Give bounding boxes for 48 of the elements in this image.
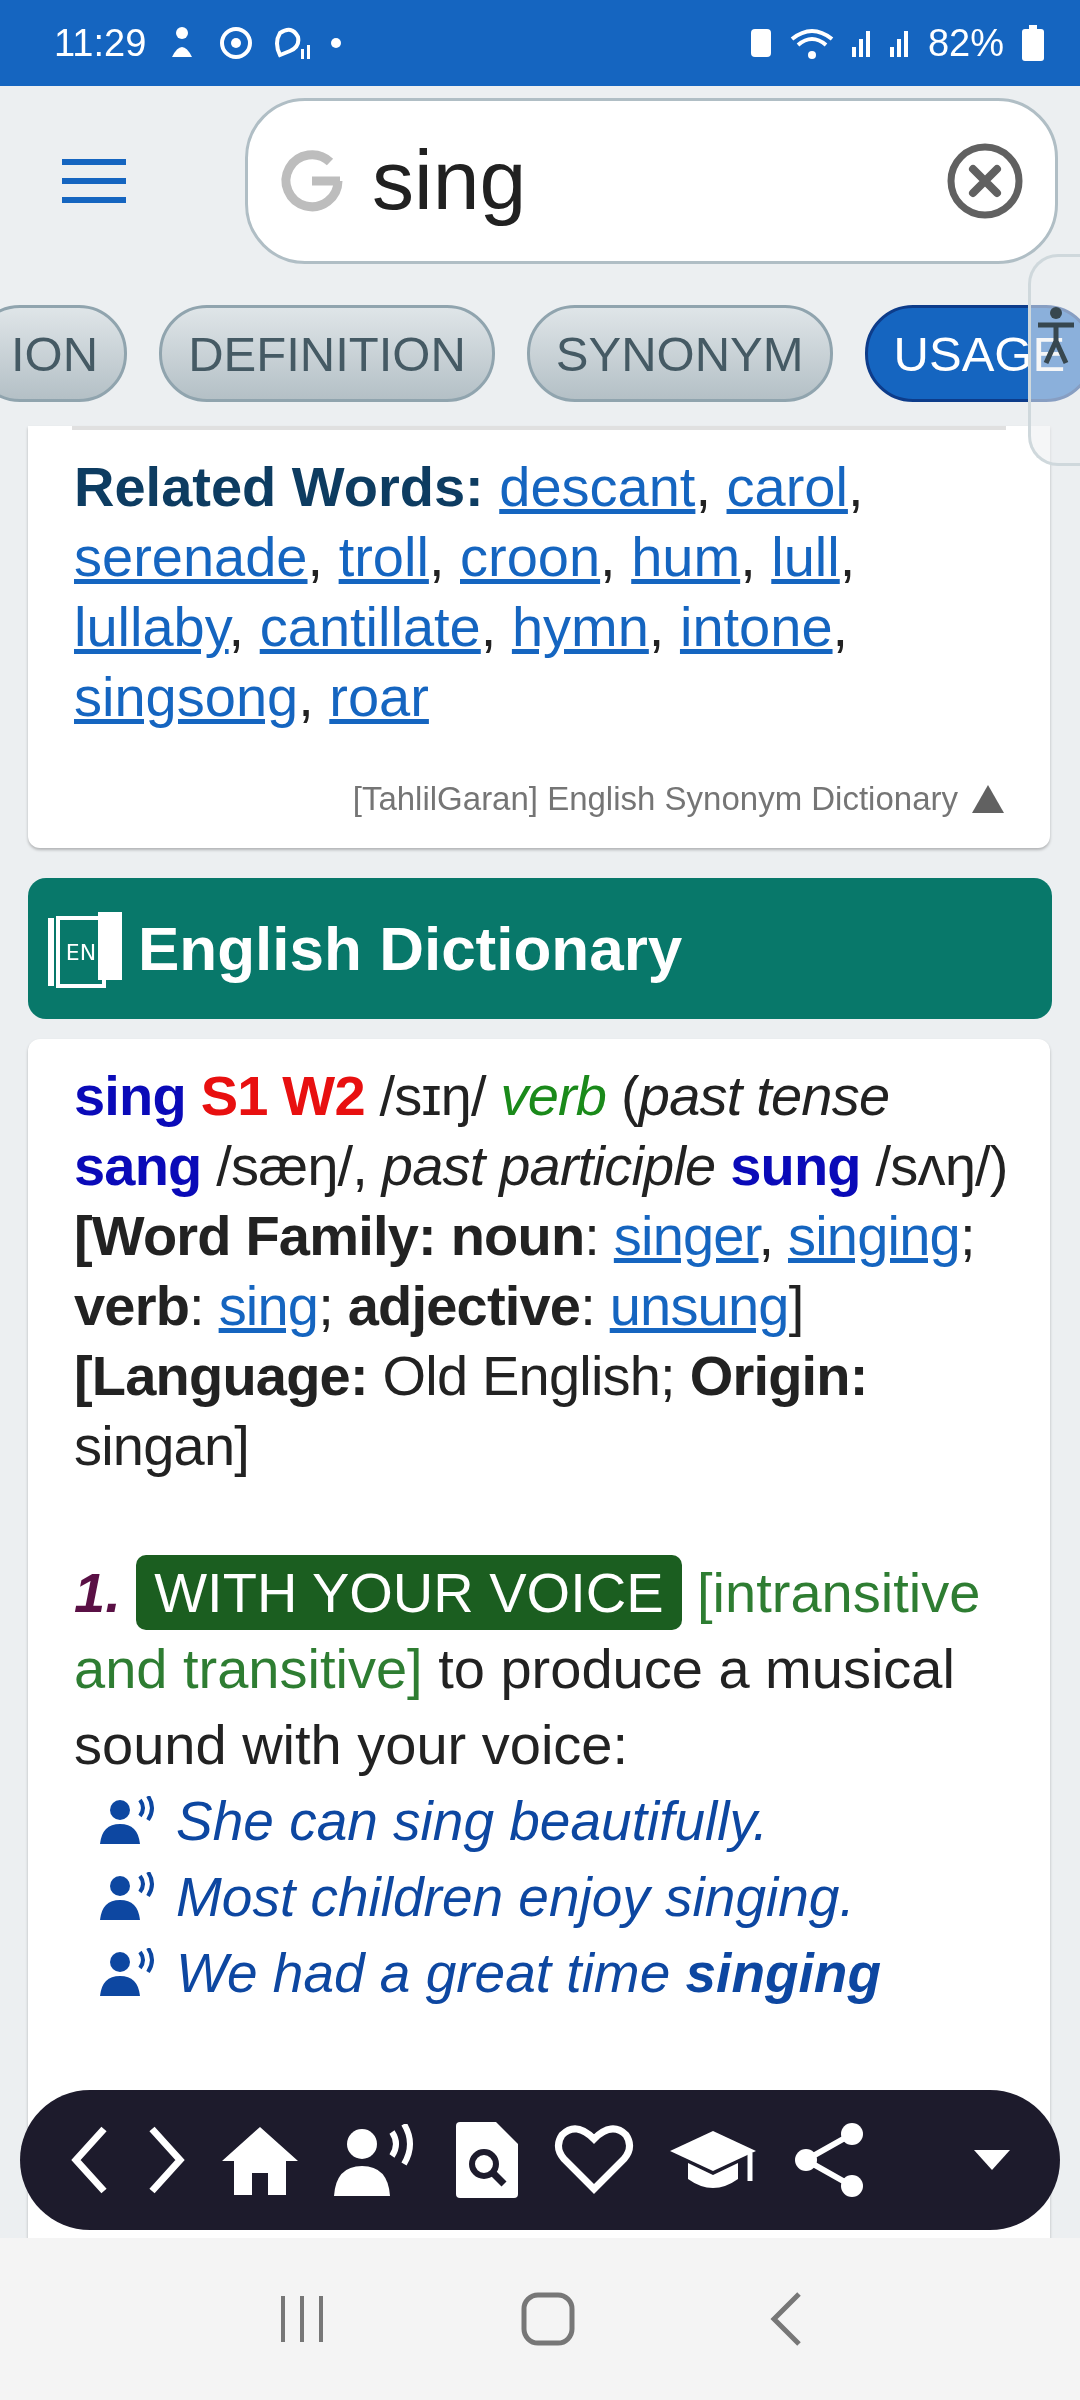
word-link[interactable]: sing [218, 1274, 319, 1337]
heart-icon[interactable] [554, 2125, 634, 2195]
entry-text: [Language: Old English; Origin: singan] [74, 1343, 869, 1479]
status-time: 11:29 [54, 21, 147, 65]
word-link[interactable]: roar [329, 665, 429, 728]
word-link[interactable]: intone [679, 595, 833, 658]
word-link[interactable]: singing [788, 1204, 960, 1267]
word-link[interactable]: troll [338, 525, 429, 588]
entry-text: [Word Family: noun: singer, singing; verb: sing; adjective: unsung] [74, 1203, 976, 1339]
home-icon[interactable] [222, 2125, 298, 2195]
word-link[interactable]: hymn [511, 595, 649, 658]
sense-definition: 1. WITH YOUR VOICE [intransitive and transitive] to produce a musical sound with your voice: [74, 1555, 1026, 1783]
tab[interactable]: DEFINITION [159, 305, 495, 402]
back-button-icon[interactable] [769, 2291, 803, 2347]
source-caption: [TahlilGaran] English Synonym Dictionary [352, 780, 958, 818]
word-link[interactable]: carol [726, 455, 848, 518]
dropdown-caret-icon[interactable] [974, 2150, 1010, 2170]
example-sentence: Most children enjoy singing. [176, 1865, 855, 1929]
search-bar[interactable]: sing [245, 97, 1058, 264]
word-link[interactable]: croon [460, 525, 601, 588]
example-sentence: We had a great time singing [176, 1941, 882, 2005]
word-link[interactable]: singer [613, 1204, 759, 1267]
battery-percentage: 82% [927, 21, 1004, 65]
signal-icon [889, 29, 910, 57]
tab[interactable]: ION [0, 305, 128, 402]
example-sentence: She can sing beautifully. [176, 1789, 769, 1853]
menu-icon[interactable] [62, 158, 126, 203]
document-search-icon[interactable] [456, 2122, 518, 2198]
home-button-icon[interactable] [521, 2292, 575, 2346]
word-link[interactable]: unsung [609, 1274, 789, 1337]
notification-dot-icon [330, 37, 343, 49]
battery-icon [1022, 25, 1044, 61]
word-link[interactable]: lull [771, 525, 840, 588]
section-title: English Dictionary [138, 913, 683, 984]
sense-label: WITH YOUR VOICE [136, 1555, 682, 1630]
word-link[interactable]: hum [631, 525, 741, 588]
word-link[interactable]: singsong [74, 665, 299, 728]
word-link[interactable]: cantillate [259, 595, 481, 658]
related-words: Related Words: descant, carol, serenade, troll, croon, hum, lull, lullaby, cantillate, hymn, intone, singsong, roar [74, 454, 865, 730]
search-field[interactable]: sing [372, 132, 921, 229]
collapse-triangle-icon[interactable] [972, 785, 1004, 813]
word-link[interactable]: serenade [74, 525, 308, 588]
tab[interactable]: SYNONYM [526, 305, 833, 402]
entry-text: sing S1 W2 /sɪŋ/ verb (past tense sang /sæŋ/, past participle sung /sʌŋ/) [74, 1063, 1009, 1199]
signal-icon [851, 29, 872, 57]
word-link[interactable]: lullaby [74, 595, 229, 658]
battery-saver-icon [749, 28, 772, 58]
word-link[interactable]: descant [499, 455, 696, 518]
